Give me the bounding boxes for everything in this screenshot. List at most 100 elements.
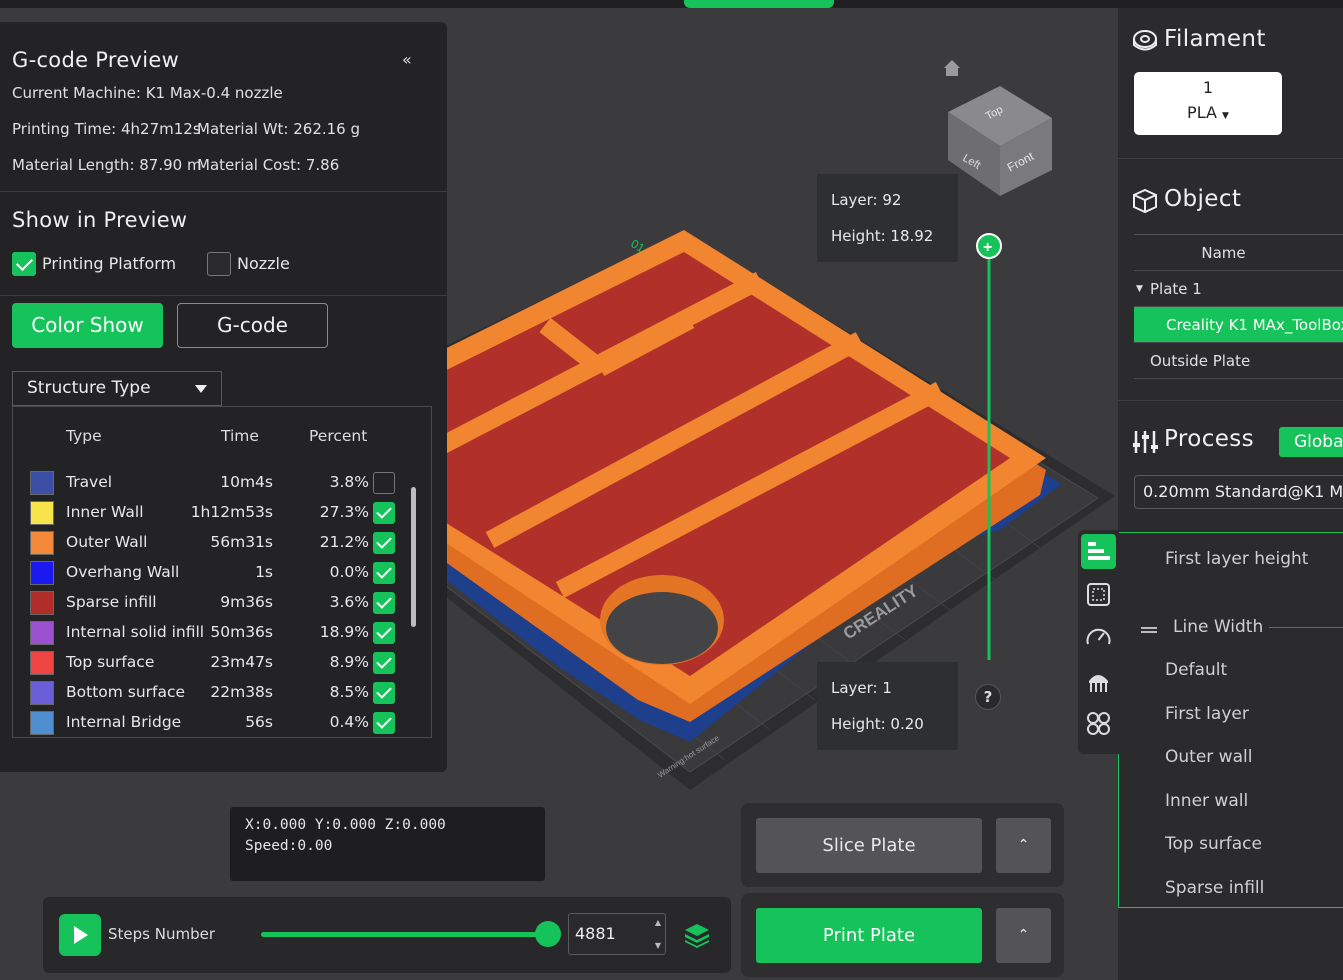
- steps-slider-track[interactable]: [261, 932, 551, 937]
- layer-bottom-tooltip: Layer: 1 Height: 0.20: [817, 662, 958, 750]
- legend-percent: 27.3%: [319, 503, 369, 521]
- legend-visibility-checkbox[interactable]: [373, 682, 395, 704]
- model-hole: [606, 592, 718, 664]
- legend-visibility-checkbox[interactable]: [373, 712, 395, 734]
- legend-visibility-checkbox[interactable]: [373, 502, 395, 524]
- global-toggle[interactable]: Globa: [1279, 427, 1343, 457]
- increment-icon[interactable]: ▲: [655, 918, 661, 927]
- process-title: Process: [1164, 426, 1255, 452]
- dropdown-arrow-icon: [195, 385, 207, 393]
- param-default[interactable]: Default: [1165, 660, 1227, 680]
- slice-plate-button[interactable]: Slice Plate: [756, 818, 982, 873]
- nozzle-label: Nozzle: [237, 254, 290, 273]
- legend-time: 56m31s: [210, 533, 273, 551]
- color-show-button[interactable]: Color Show: [12, 303, 163, 348]
- filament-number: 1: [1202, 78, 1214, 97]
- param-line-width[interactable]: Line Width: [1173, 617, 1263, 637]
- legend-row: Travel 10m4s 3.8%: [13, 468, 431, 498]
- position-readout: X:0.000 Y:0.000 Z:0.000 Speed:0.00: [230, 807, 545, 881]
- layers-icon[interactable]: [683, 921, 711, 949]
- section-collapse-icon[interactable]: [1141, 627, 1157, 629]
- speed-gauge-icon: [1086, 628, 1111, 645]
- legend-row: Outer Wall 56m31s 21.2%: [13, 528, 431, 558]
- home-icon[interactable]: [944, 60, 960, 76]
- legend-visibility-checkbox[interactable]: [373, 622, 395, 644]
- legend-time: 50m36s: [210, 623, 273, 641]
- legend-row: Internal Bridge 56s 0.4%: [13, 708, 431, 737]
- quality-settings-tab[interactable]: [1081, 534, 1116, 569]
- param-top-surface[interactable]: Top surface: [1165, 834, 1262, 854]
- structure-type-select[interactable]: Structure Type: [12, 371, 222, 406]
- legend-visibility-checkbox[interactable]: [373, 652, 395, 674]
- legend-visibility-checkbox[interactable]: [373, 592, 395, 614]
- print-options-button[interactable]: ⌃: [996, 908, 1051, 963]
- outside-plate-row[interactable]: Outside Plate: [1134, 343, 1343, 379]
- material-weight: Material Wt: 262.16 g: [197, 120, 361, 138]
- height-top-value: Height: 18.92: [831, 227, 934, 245]
- steps-number-input[interactable]: 4881 ▲ ▼: [568, 913, 666, 955]
- filament-spool-icon: [1133, 30, 1157, 51]
- param-outer-wall[interactable]: Outer wall: [1165, 747, 1252, 767]
- legend-visibility-checkbox[interactable]: [373, 562, 395, 584]
- object-row-selected[interactable]: Creality K1 MAx_ToolBox_: [1134, 307, 1343, 343]
- expand-triangle-icon[interactable]: ▼: [1136, 271, 1143, 306]
- legend-header-type: Type: [66, 427, 102, 445]
- steps-bar: Steps Number 4881 ▲ ▼: [43, 897, 731, 973]
- legend-type: Travel: [66, 473, 113, 491]
- gcode-button[interactable]: G-code: [177, 303, 328, 348]
- process-sliders-icon: [1133, 431, 1158, 453]
- legend-header-percent: Percent: [309, 427, 368, 445]
- legend-row: Internal solid infill 50m36s 18.9%: [13, 618, 431, 648]
- filament-card[interactable]: 1 PLA ▼: [1134, 72, 1282, 135]
- layer-bottom-value: Layer: 1: [831, 679, 892, 697]
- legend-color-swatch: [30, 501, 54, 525]
- divider: [1118, 158, 1343, 159]
- decrement-icon[interactable]: ▼: [655, 941, 661, 950]
- speed-settings-tab[interactable]: [1081, 620, 1116, 655]
- filament-type-select[interactable]: PLA ▼: [1134, 97, 1282, 122]
- help-button[interactable]: ?: [975, 684, 1001, 710]
- process-params: First layer height Line Width Default Fi…: [1118, 532, 1343, 908]
- material-cost: Material Cost: 7.86: [197, 156, 340, 174]
- print-plate-button[interactable]: Print Plate: [756, 908, 982, 963]
- strength-icon: [1087, 583, 1110, 606]
- param-sparse-infill[interactable]: Sparse infill: [1165, 878, 1264, 898]
- support-settings-tab[interactable]: [1081, 663, 1116, 698]
- legend-percent: 18.9%: [319, 623, 369, 641]
- slice-options-button[interactable]: ⌃: [996, 818, 1051, 873]
- legend-row: Inner Wall 1h12m53s 27.3%: [13, 498, 431, 528]
- others-icon: [1087, 712, 1110, 735]
- structure-legend: Type Time Percent Travel 10m4s 3.8% Inner W…: [12, 406, 432, 738]
- legend-scrollbar[interactable]: [411, 487, 416, 627]
- plate-row[interactable]: ▼ Plate 1: [1134, 271, 1343, 307]
- legend-visibility-checkbox[interactable]: [373, 532, 395, 554]
- structure-type-value: Structure Type: [27, 378, 151, 398]
- layer-top-tooltip: Layer: 92 Height: 18.92: [817, 174, 958, 262]
- collapse-button[interactable]: «: [402, 50, 412, 69]
- legend-visibility-checkbox[interactable]: [373, 472, 395, 494]
- param-inner-wall[interactable]: Inner wall: [1165, 791, 1248, 811]
- steps-slider-handle[interactable]: [535, 921, 561, 947]
- param-first-layer[interactable]: First layer: [1165, 704, 1249, 724]
- legend-row: Bottom surface 22m38s 8.5%: [13, 678, 431, 708]
- strength-settings-tab[interactable]: [1081, 577, 1116, 612]
- object-list-header[interactable]: Name: [1134, 235, 1343, 271]
- height-bottom-value: Height: 0.20: [831, 715, 924, 733]
- view-cube[interactable]: Top Left Front: [948, 86, 1052, 196]
- divider: [0, 295, 447, 296]
- object-title: Object: [1164, 186, 1242, 212]
- legend-percent: 3.8%: [329, 473, 369, 491]
- legend-type: Sparse infill: [66, 593, 157, 611]
- others-settings-tab[interactable]: [1081, 706, 1116, 741]
- legend-percent: 8.5%: [329, 683, 369, 701]
- param-first-layer-height[interactable]: First layer height: [1165, 549, 1308, 569]
- play-button[interactable]: [59, 914, 101, 956]
- legend-type: Overhang Wall: [66, 563, 180, 581]
- active-tab-indicator[interactable]: [684, 0, 834, 8]
- legend-time: 10m4s: [220, 473, 273, 491]
- legend-color-swatch: [30, 711, 54, 735]
- process-profile-select[interactable]: 0.20mm Standard@K1 Ma: [1134, 475, 1343, 509]
- legend-color-swatch: [30, 651, 54, 675]
- nozzle-checkbox[interactable]: [207, 252, 231, 276]
- printing-platform-checkbox[interactable]: [12, 252, 36, 276]
